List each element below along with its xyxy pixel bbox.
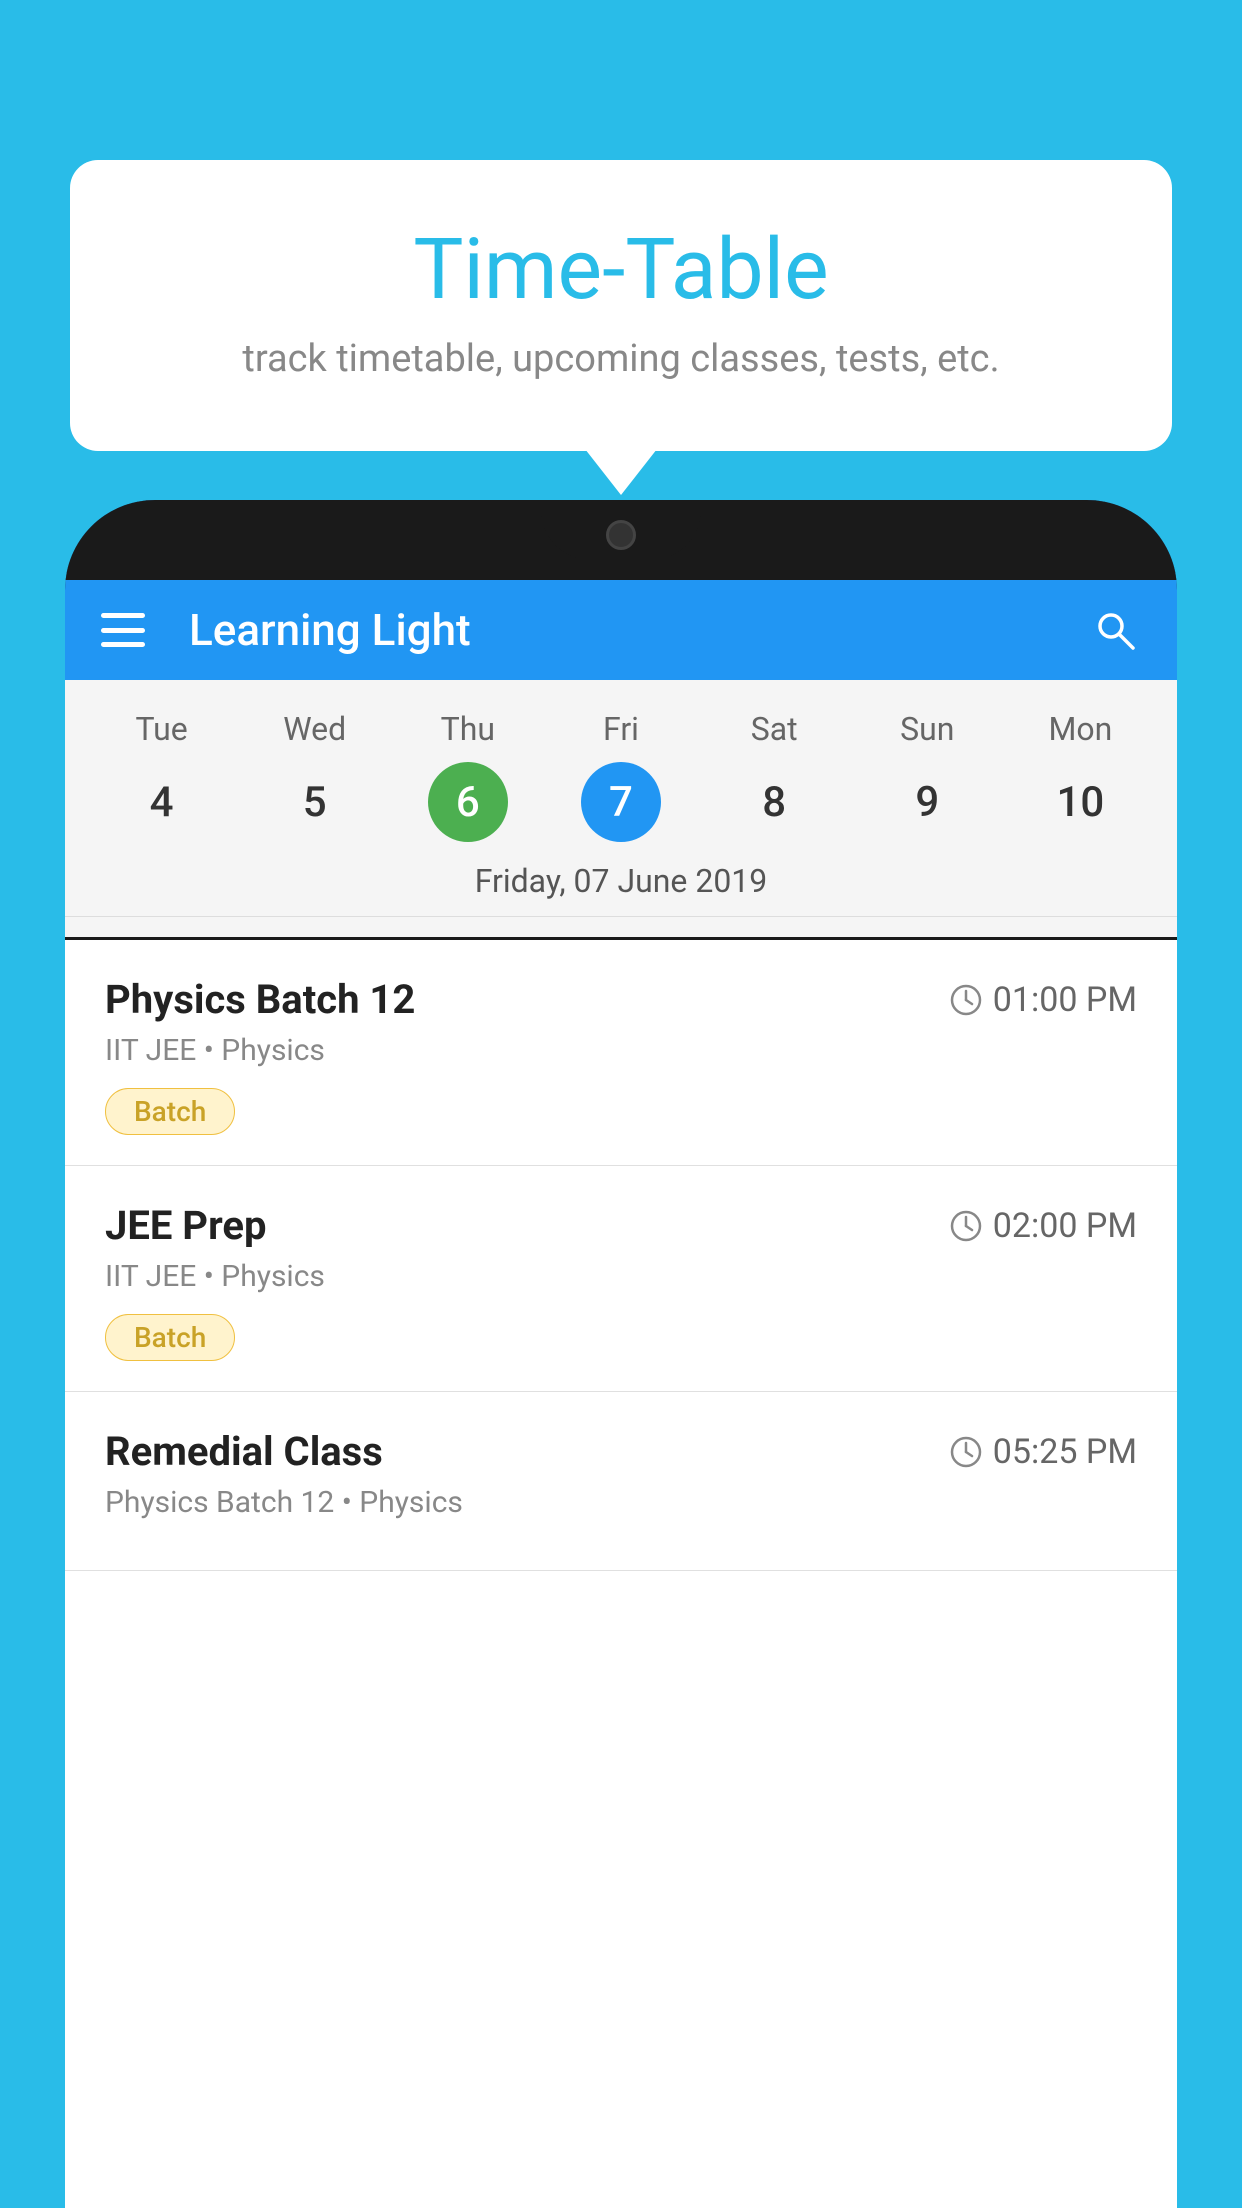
day-num-wed: 5 [275,762,355,842]
hamburger-menu-button[interactable] [101,613,145,647]
schedule-item-0-header: Physics Batch 12 01:00 PM [105,976,1137,1023]
tooltip-subtitle: track timetable, upcoming classes, tests… [150,337,1092,381]
calendar-section: Tue 4 Wed 5 Thu 6 Fri 7 Sat 8 Sun 9 [65,680,1177,937]
day-name-thu: Thu [441,710,495,748]
app-title: Learning Light [189,604,1089,656]
calendar-days-row: Tue 4 Wed 5 Thu 6 Fri 7 Sat 8 Sun 9 [65,700,1177,852]
phone-camera [606,520,636,550]
schedule-item-1[interactable]: JEE Prep 02:00 PM IIT JEE • Physics Batc… [65,1166,1177,1392]
schedule-item-1-time: 02:00 PM [949,1206,1137,1246]
calendar-day-thu[interactable]: Thu 6 [403,710,533,842]
day-num-mon: 10 [1040,762,1120,842]
day-num-thu: 6 [428,762,508,842]
calendar-selected-date: Friday, 07 June 2019 [65,852,1177,917]
day-num-sat: 8 [734,762,814,842]
schedule-item-1-badge: Batch [105,1314,235,1361]
schedule-item-1-subtitle: IIT JEE • Physics [105,1259,1137,1294]
day-name-mon: Mon [1048,710,1112,748]
calendar-day-tue[interactable]: Tue 4 [97,710,227,842]
clock-icon-1 [949,1209,983,1243]
clock-icon-0 [949,983,983,1017]
tooltip-card: Time-Table track timetable, upcoming cla… [70,160,1172,451]
day-name-tue: Tue [135,710,187,748]
schedule-item-0[interactable]: Physics Batch 12 01:00 PM IIT JEE • Phys… [65,940,1177,1166]
day-num-tue: 4 [122,762,202,842]
day-num-fri: 7 [581,762,661,842]
calendar-day-sat[interactable]: Sat 8 [709,710,839,842]
calendar-day-sun[interactable]: Sun 9 [862,710,992,842]
search-button[interactable] [1089,604,1141,656]
schedule-item-0-time: 01:00 PM [949,980,1137,1020]
schedule-item-2-header: Remedial Class 05:25 PM [105,1428,1137,1475]
schedule-item-2-title: Remedial Class [105,1428,383,1475]
schedule-item-0-badge: Batch [105,1088,235,1135]
tooltip-title: Time-Table [150,220,1092,319]
day-name-sat: Sat [751,710,798,748]
calendar-day-mon[interactable]: Mon 10 [1015,710,1145,842]
day-num-sun: 9 [887,762,967,842]
search-icon [1093,608,1137,652]
schedule-item-2[interactable]: Remedial Class 05:25 PM Physics Batch 12… [65,1392,1177,1571]
clock-icon-2 [949,1435,983,1469]
phone-notch [541,500,701,560]
schedule-item-1-title: JEE Prep [105,1202,266,1249]
calendar-day-wed[interactable]: Wed 5 [250,710,380,842]
schedule-item-2-time: 05:25 PM [949,1432,1137,1472]
schedule-item-0-title: Physics Batch 12 [105,976,415,1023]
calendar-day-fri[interactable]: Fri 7 [556,710,686,842]
schedule-list: Physics Batch 12 01:00 PM IIT JEE • Phys… [65,940,1177,2208]
phone-notch-area [65,500,1177,580]
day-name-wed: Wed [283,710,346,748]
day-name-fri: Fri [603,710,639,748]
app-bar: Learning Light [65,580,1177,680]
day-name-sun: Sun [900,710,954,748]
schedule-item-2-subtitle: Physics Batch 12 • Physics [105,1485,1137,1520]
schedule-item-0-subtitle: IIT JEE • Physics [105,1033,1137,1068]
phone-frame: 14:29 [65,500,1177,2208]
schedule-item-1-header: JEE Prep 02:00 PM [105,1202,1137,1249]
